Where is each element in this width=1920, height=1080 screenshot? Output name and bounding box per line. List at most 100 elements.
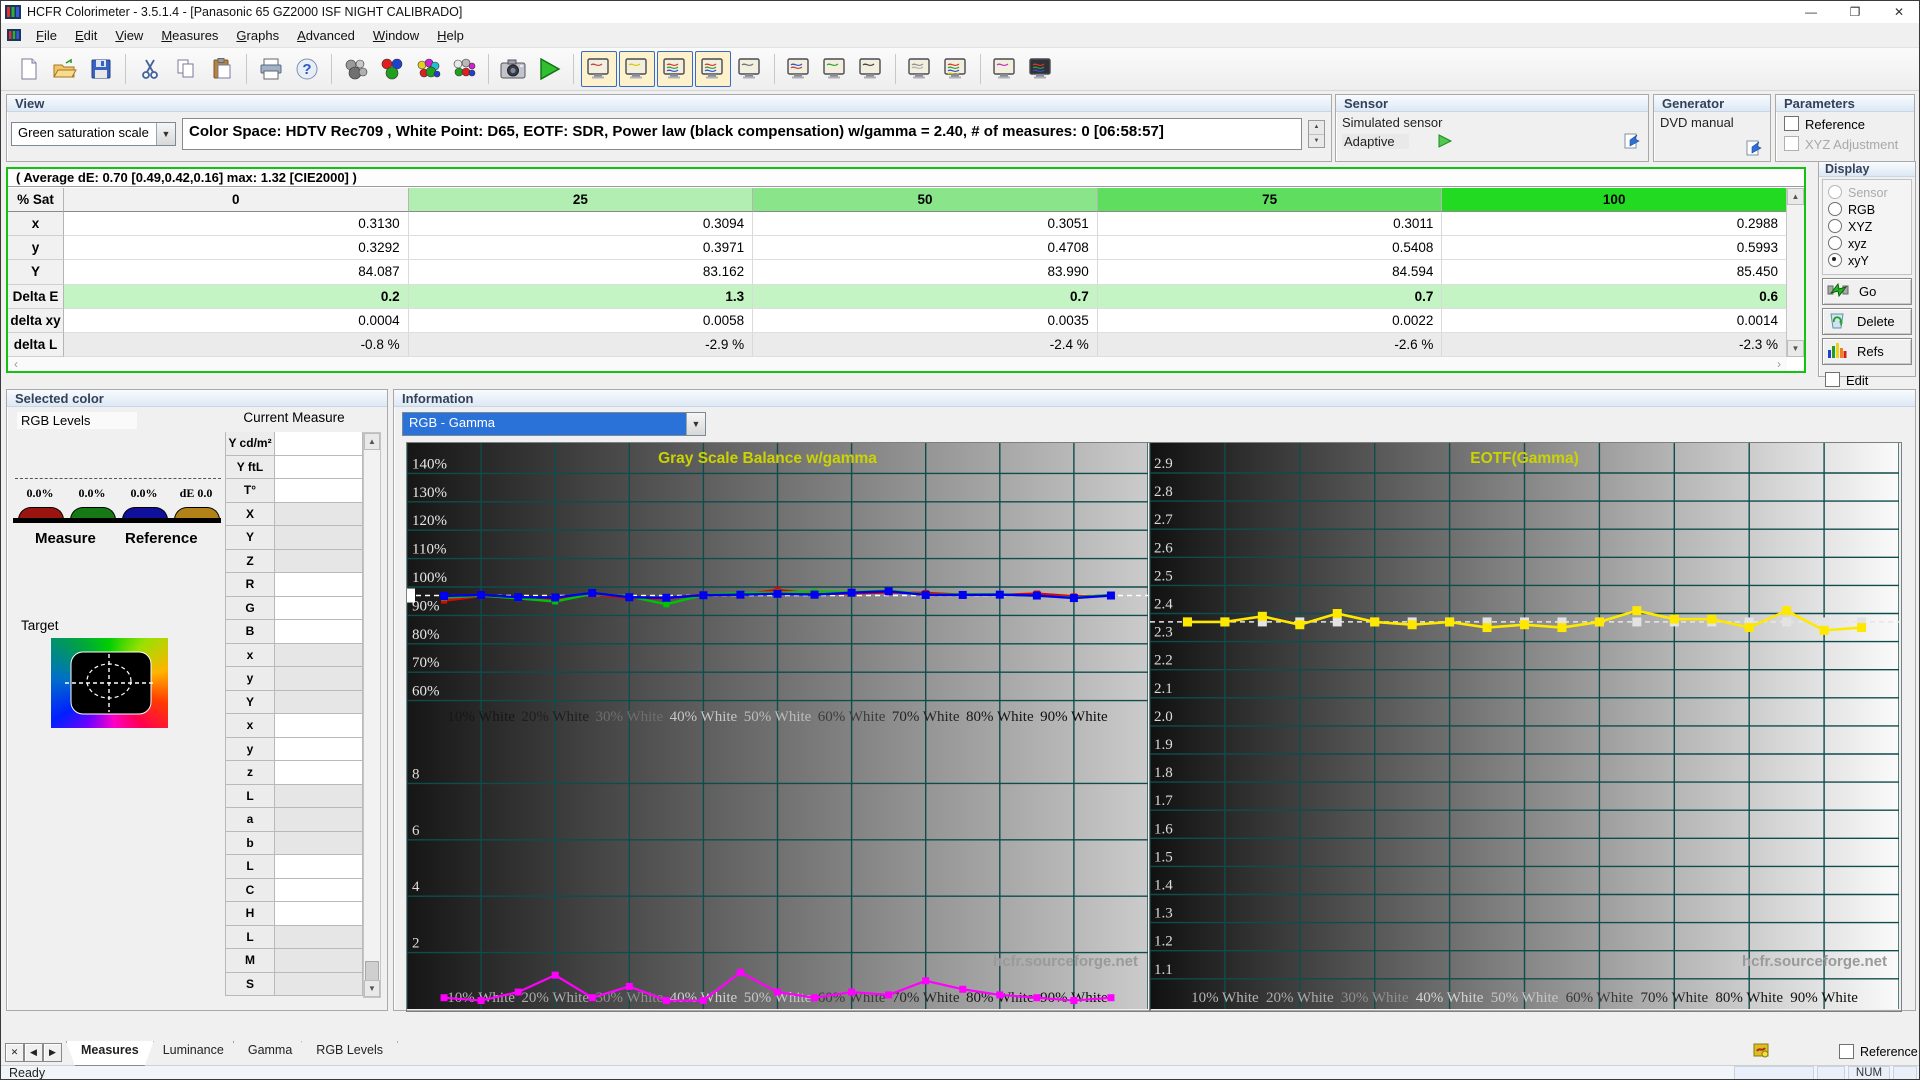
view-measures-icon[interactable] (581, 51, 617, 87)
snapshot-icon[interactable] (496, 52, 530, 86)
svg-text:140%: 140% (412, 456, 447, 472)
column-header-50[interactable]: 50 (753, 188, 1098, 213)
view-free-display-icon[interactable] (988, 52, 1022, 86)
primaries-measure-icon[interactable] (375, 52, 409, 86)
svg-text:80% White: 80% White (966, 709, 1034, 725)
measure-row-label: Y cd/m² (225, 432, 275, 456)
view-saturation-icon[interactable] (939, 52, 973, 86)
sensor-config-icon[interactable] (1622, 132, 1642, 150)
refs-button[interactable]: Refs (1822, 338, 1912, 365)
run-measures-icon[interactable] (532, 52, 566, 86)
measurement-table: % Sat 0 25 50 75 100 x 0.3130 0.3094 0.3051 0.3011… (8, 188, 1787, 357)
status-cell (1817, 1065, 1845, 1079)
sensor-panel: Sensor Simulated sensor Adaptive (1335, 94, 1649, 162)
tab-measures[interactable]: Measures (66, 1041, 154, 1066)
measure-row-value (275, 784, 363, 808)
print-icon[interactable] (254, 52, 288, 86)
column-header-75[interactable]: 75 (1097, 188, 1443, 213)
delete-button[interactable]: Delete (1822, 308, 1912, 335)
close-button[interactable]: ✕ (1877, 1, 1919, 23)
menu-item-advanced[interactable]: Advanced (288, 25, 364, 46)
menu-item-help[interactable]: Help (428, 25, 473, 46)
menu-item-edit[interactable]: Edit (66, 25, 106, 46)
menu-item-measures[interactable]: Measures (152, 25, 227, 46)
eotf-gamma-chart: 2.9 2.8 2.7 2.6 2.5 2.4 2.3 2.2 2.1 2.0 1.9 1.8 1.7 1… (1149, 442, 1902, 1012)
display-radio-xyz[interactable]: XYZ (1828, 219, 1906, 234)
svg-text:130%: 130% (412, 485, 447, 501)
tab-next-button[interactable]: ▶ (43, 1043, 62, 1062)
view-color-temp-icon[interactable] (782, 52, 816, 86)
menu-item-window[interactable]: Window (364, 25, 428, 46)
table-cell: 0.5408 (1097, 236, 1443, 261)
view-near-white-icon[interactable] (903, 52, 937, 86)
window-title: HCFR Colorimeter - 3.5.1.4 - [Panasonic … (27, 5, 463, 19)
svg-text:hcfr.sourceforge.net: hcfr.sourceforge.net (993, 953, 1138, 970)
display-radio-xyy[interactable]: xyY (1828, 253, 1906, 268)
tab-close-button[interactable]: ✕ (5, 1043, 24, 1062)
tab-prev-button[interactable]: ◀ (24, 1043, 43, 1062)
graph-select[interactable]: RGB - Gamma ▼ (402, 412, 706, 436)
open-icon[interactable] (48, 52, 82, 86)
menu-item-file[interactable]: File (27, 25, 66, 46)
table-cell: 0.6 (1442, 284, 1787, 309)
table-cell: 0.3971 (408, 236, 754, 261)
delete-icon (1827, 311, 1847, 332)
maximize-button[interactable]: ❐ (1833, 1, 1877, 23)
column-header-0[interactable]: 0 (64, 188, 409, 213)
measure-row-value (275, 690, 363, 714)
view-contrast-icon[interactable] (818, 52, 852, 86)
measure-row-label: Y ftL (225, 455, 275, 479)
tab-gamma[interactable]: Gamma (233, 1041, 307, 1066)
svg-text:1.1: 1.1 (1154, 962, 1173, 978)
copy-icon[interactable] (169, 52, 203, 86)
display-radio-rgb[interactable]: RGB (1828, 202, 1906, 217)
status-text: Ready (9, 1065, 46, 1080)
status-reference-checkbox[interactable] (1839, 1044, 1854, 1059)
view-luminance-icon[interactable] (657, 51, 693, 87)
scale-select[interactable]: Green saturation scale ▼ (11, 122, 176, 146)
reference-checkbox[interactable] (1784, 116, 1799, 131)
display-radio-xyz[interactable]: xyz (1828, 236, 1906, 251)
edit-checkbox[interactable] (1825, 372, 1840, 387)
table-cell: 0.0022 (1097, 308, 1443, 333)
minimize-button[interactable]: — (1789, 1, 1833, 23)
measure-row-value (275, 761, 363, 785)
save-icon[interactable] (84, 52, 118, 86)
view-panel: View Green saturation scale ▼ Color Spac… (6, 94, 1332, 162)
view-rgb-levels-icon[interactable] (695, 51, 731, 87)
column-header-25[interactable]: 25 (408, 188, 754, 213)
measurement-table-scrollbar[interactable]: ▲ ▼ (1786, 188, 1804, 357)
svg-text:1.4: 1.4 (1154, 878, 1173, 894)
svg-text:?: ? (302, 61, 311, 78)
rgb-level-value: 0.0% (26, 486, 54, 500)
go-button[interactable]: Go (1822, 278, 1912, 305)
tab-luminance[interactable]: Luminance (148, 1041, 239, 1066)
svg-text:1.9: 1.9 (1154, 737, 1173, 753)
view-near-black-icon[interactable] (854, 52, 888, 86)
view-cie-icon[interactable] (733, 52, 767, 86)
menu-item-view[interactable]: View (106, 25, 152, 46)
measure-row-label: b (225, 831, 275, 855)
sensor-run-icon[interactable] (1437, 134, 1453, 148)
help-icon[interactable]: ? (290, 52, 324, 86)
tab-rgb-levels[interactable]: RGB Levels (301, 1041, 398, 1066)
column-header-100[interactable]: 100 (1442, 188, 1787, 213)
secondaries-measure-icon[interactable] (411, 52, 445, 86)
current-measure-scrollbar[interactable]: ▲ ▼ (363, 432, 381, 998)
cut-icon[interactable] (133, 52, 167, 86)
measure-index-spinner[interactable]: ▲ ▼ (1308, 120, 1325, 148)
new-icon[interactable] (12, 52, 46, 86)
svg-text:80% White: 80% White (1715, 990, 1783, 1006)
paste-icon[interactable] (205, 52, 239, 86)
generator-config-icon[interactable] (1744, 139, 1764, 157)
measure-row-value (275, 737, 363, 761)
svg-text:10% White: 10% White (1191, 990, 1259, 1006)
menu-item-graphs[interactable]: Graphs (227, 25, 288, 46)
view-full-display-icon[interactable] (1024, 52, 1058, 86)
view-gamut-icon[interactable] (619, 51, 655, 87)
grayscale-measure-icon[interactable] (447, 52, 481, 86)
table-cell: 0.5993 (1442, 236, 1787, 261)
table-cell: 0.3292 (64, 236, 409, 261)
free-measure-icon[interactable] (339, 52, 373, 86)
measurement-table-hscroll[interactable]: ‹ › (8, 357, 1787, 371)
